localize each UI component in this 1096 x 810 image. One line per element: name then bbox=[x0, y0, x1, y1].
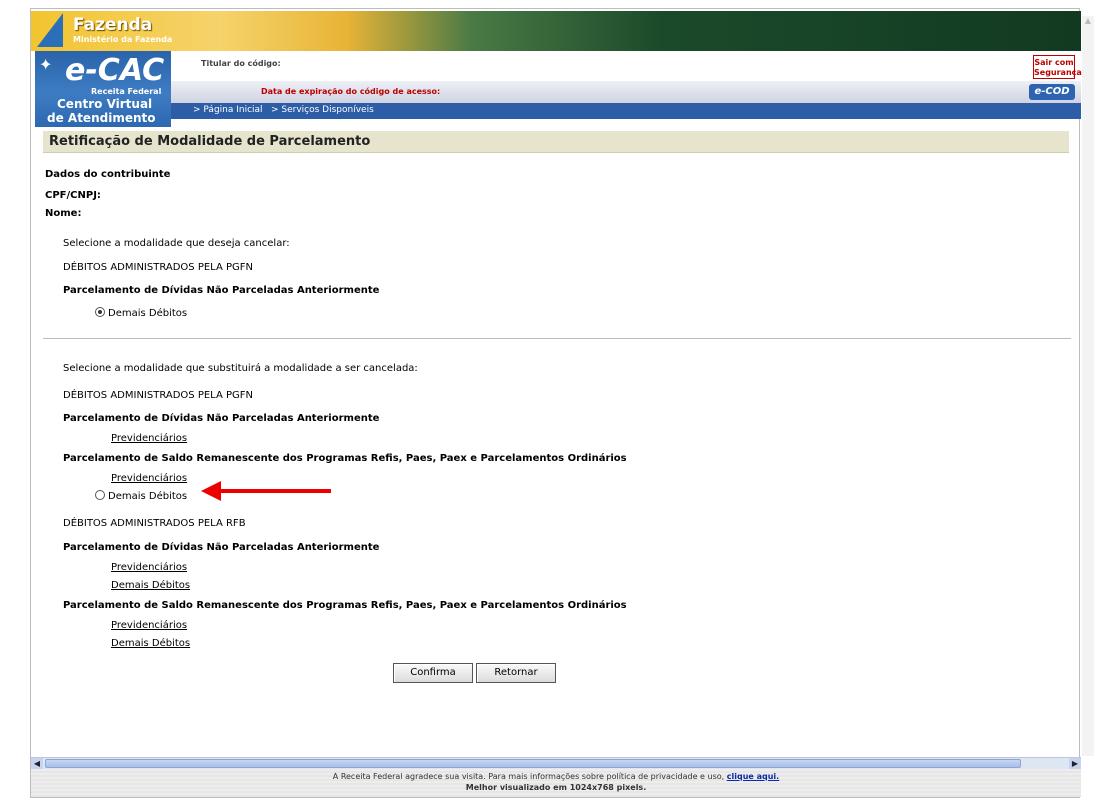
retornar-button[interactable]: Retornar bbox=[476, 663, 556, 683]
replace-prompt: Selecione a modalidade que substituirá a… bbox=[63, 363, 418, 374]
scroll-left-icon[interactable]: ◀ bbox=[31, 758, 43, 769]
cancel-option-demais-debitos[interactable]: Demais Débitos bbox=[95, 307, 187, 319]
titular-row: Titular do código: Sair com Segurança bbox=[171, 51, 1082, 81]
page-footer: A Receita Federal agradece sua visita. P… bbox=[31, 769, 1081, 797]
rfb-subgroup-2: Parcelamento de Saldo Remanescente dos P… bbox=[63, 600, 627, 611]
receita-federal-label: Receita Federal bbox=[91, 87, 162, 96]
replace-group-pgfn: DÉBITOS ADMINISTRADOS PELA PGFN bbox=[63, 390, 253, 401]
pgfn-subgroup-1: Parcelamento de Dívidas Não Parceladas A… bbox=[63, 413, 380, 424]
ecac-logo[interactable]: ✦ e-CAC Receita Federal Centro Virtual d… bbox=[35, 51, 171, 127]
ecod-button[interactable]: e-COD bbox=[1029, 84, 1075, 100]
pgfn-subgroup-2: Parcelamento de Saldo Remanescente dos P… bbox=[63, 453, 627, 464]
top-nav: > Página Inicial > Serviços Disponíveis bbox=[171, 103, 1081, 119]
fazenda-banner: Fazenda Ministério da Fazenda bbox=[31, 11, 1081, 51]
footer-text: A Receita Federal agradece sua visita. P… bbox=[332, 772, 727, 781]
arrow-shaft bbox=[219, 489, 331, 493]
nav-pagina-inicial[interactable]: > Página Inicial bbox=[193, 105, 263, 115]
expiracao-row: Data de expiração do código de acesso: e… bbox=[171, 81, 1081, 103]
site-header: Fazenda Ministério da Fazenda ✦ e-CAC Re… bbox=[31, 9, 1082, 127]
titular-label: Titular do código: bbox=[201, 59, 281, 68]
cancel-group-pgfn: DÉBITOS ADMINISTRADOS PELA PGFN bbox=[63, 262, 253, 273]
cancel-subgroup: Parcelamento de Dívidas Não Parceladas A… bbox=[63, 285, 380, 296]
footer-line-1: A Receita Federal agradece sua visita. P… bbox=[31, 772, 1081, 781]
sair-label-line1: Sair com bbox=[1034, 58, 1074, 67]
rfb-sub1-demais-debitos-link[interactable]: Demais Débitos bbox=[111, 580, 190, 591]
scroll-right-icon[interactable]: ▶ bbox=[1069, 758, 1081, 769]
replace-group-rfb: DÉBITOS ADMINISTRADOS PELA RFB bbox=[63, 518, 246, 529]
centro-virtual-label: Centro Virtual bbox=[57, 97, 153, 111]
rfb-sub2-previdenciarios-link[interactable]: Previdenciários bbox=[111, 620, 187, 631]
contribuinte-heading: Dados do contribuinte bbox=[45, 169, 171, 180]
page-title: Retificação de Modalidade de Parcelament… bbox=[49, 134, 371, 149]
rfb-sub1-previdenciarios-link[interactable]: Previdenciários bbox=[111, 562, 187, 573]
arrow-head-icon bbox=[201, 481, 221, 501]
rfb-sub2-demais-debitos-link[interactable]: Demais Débitos bbox=[111, 638, 190, 649]
footer-clique-aqui-link[interactable]: clique aqui. bbox=[727, 772, 779, 781]
pgfn-sub2-radio-label: Demais Débitos bbox=[108, 491, 188, 502]
pgfn-sub2-demais-debitos-option[interactable]: Demais Débitos bbox=[95, 490, 187, 502]
rfb-subgroup-1: Parcelamento de Dívidas Não Parceladas A… bbox=[63, 542, 380, 553]
radio-unselected-icon[interactable] bbox=[95, 490, 105, 500]
fazenda-subtitle: Ministério da Fazenda bbox=[73, 35, 173, 44]
flag-icon bbox=[37, 13, 63, 47]
expiracao-label: Data de expiração do código de acesso: bbox=[261, 87, 441, 96]
confirma-button[interactable]: Confirma bbox=[393, 663, 473, 683]
page-title-bar: Retificação de Modalidade de Parcelament… bbox=[43, 131, 1069, 153]
section-divider bbox=[43, 338, 1071, 339]
ecac-logo-text: e-CAC bbox=[65, 53, 165, 88]
footer-line-2: Melhor visualizado em 1024x768 pixels. bbox=[465, 783, 647, 792]
radio-selected-icon[interactable] bbox=[95, 307, 105, 317]
cancel-option-label: Demais Débitos bbox=[108, 308, 188, 319]
vertical-scrollbar[interactable]: ▲ bbox=[1082, 16, 1094, 756]
browser-page-frame: Fazenda Ministério da Fazenda ✦ e-CAC Re… bbox=[30, 8, 1082, 798]
pgfn-sub2-previdenciarios-link[interactable]: Previdenciários bbox=[111, 473, 187, 484]
nome-label: Nome: bbox=[45, 208, 82, 219]
atendimento-label: de Atendimento bbox=[47, 111, 156, 125]
sair-label-line2: Segurança bbox=[1034, 68, 1082, 77]
red-arrow-annotation bbox=[201, 481, 331, 501]
fazenda-title: Fazenda bbox=[73, 15, 153, 35]
sair-com-seguranca-button[interactable]: Sair com Segurança bbox=[1033, 55, 1082, 79]
horizontal-scrollbar[interactable]: ◀ ▶ bbox=[31, 757, 1081, 769]
scrollbar-thumb[interactable] bbox=[45, 759, 1021, 768]
pgfn-sub1-previdenciarios-link[interactable]: Previdenciários bbox=[111, 433, 187, 444]
scroll-up-icon[interactable]: ▲ bbox=[1082, 16, 1094, 28]
cpf-cnpj-label: CPF/CNPJ: bbox=[45, 190, 101, 201]
nav-servicos-disponiveis[interactable]: > Serviços Disponíveis bbox=[271, 105, 374, 115]
cancel-prompt: Selecione a modalidade que deseja cancel… bbox=[63, 238, 290, 249]
star-icon: ✦ bbox=[39, 55, 53, 74]
